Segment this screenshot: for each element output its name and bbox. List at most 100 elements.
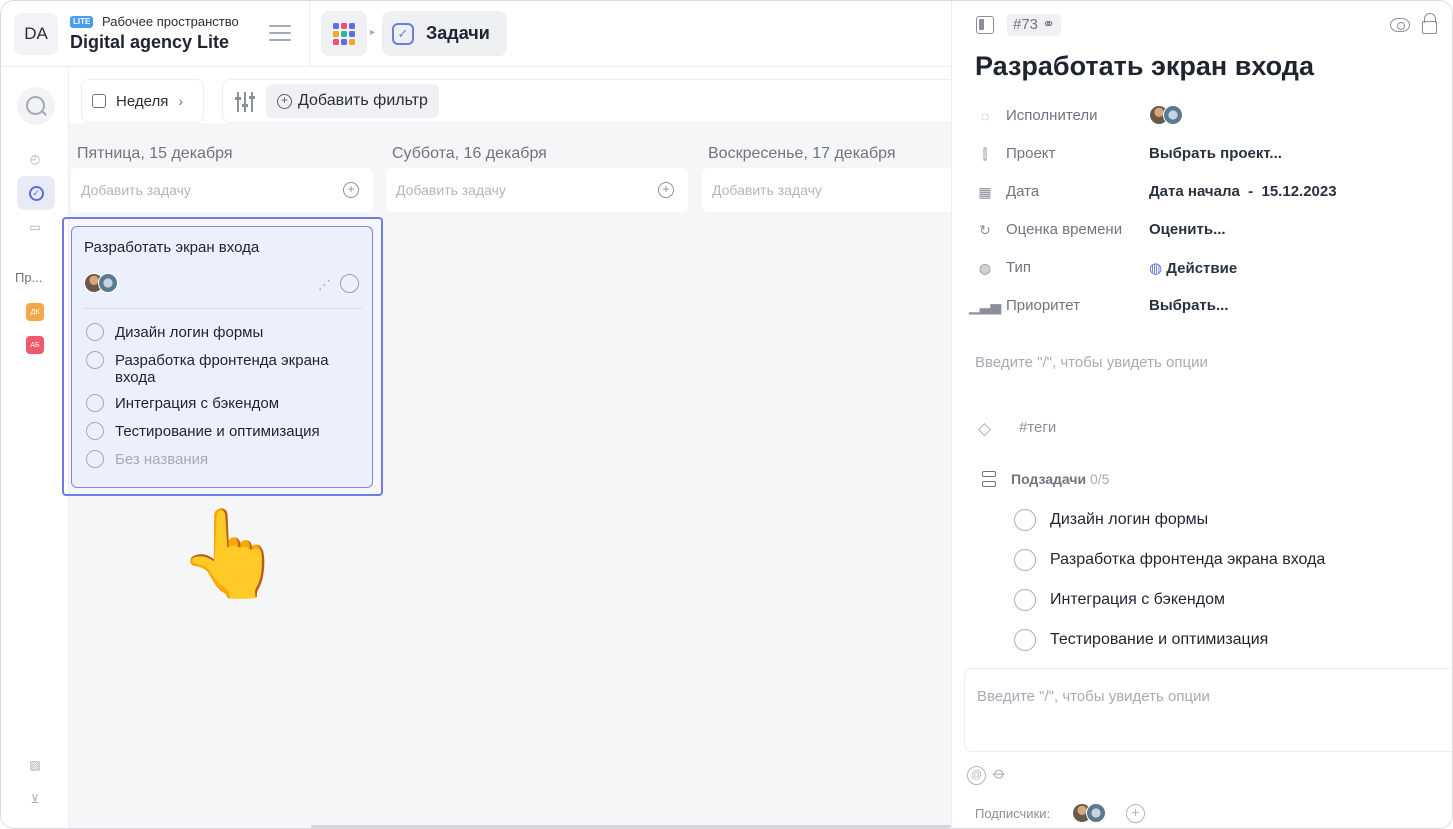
subtask-checkbox[interactable]	[86, 351, 104, 369]
apps-grid-cell	[349, 30, 355, 37]
sliders-icon[interactable]	[235, 92, 255, 112]
property-label: Оценка времени	[1006, 221, 1123, 238]
task-id-badge[interactable]: #73 ⚭	[1007, 14, 1061, 36]
add-filter-button[interactable]: + Добавить фильтр	[266, 84, 439, 118]
avatar	[1086, 803, 1106, 823]
workspace-label: Рабочее пространство	[102, 14, 239, 29]
property-label: Проект	[1006, 145, 1056, 162]
add-task-input[interactable]: Добавить задачу +	[71, 168, 373, 212]
apps-grid-cell	[333, 38, 339, 45]
subscribers-avatars[interactable]	[1072, 803, 1106, 823]
column-title: Суббота, 16 декабря	[392, 145, 547, 162]
lock-icon[interactable]	[1422, 13, 1437, 34]
panel-subtask[interactable]: Интеграция с бэкендом	[1014, 589, 1225, 611]
card-subtask[interactable]: Без названия	[86, 450, 356, 468]
workspace-name[interactable]: Digital agency Lite	[70, 32, 229, 53]
task-detail-panel: #73 ⚭ Разработать экран входа ◌ Исполнит…	[951, 1, 1452, 828]
link-icon: ⚭	[1042, 16, 1055, 33]
add-subscriber-button[interactable]: +	[1126, 804, 1145, 823]
card-subtask[interactable]: Дизайн логин формы	[86, 323, 356, 341]
panel-subtask[interactable]: Разработка фронтенда экрана входа	[1014, 549, 1325, 571]
avatar	[98, 273, 118, 293]
workspace-avatar[interactable]: DA	[14, 13, 58, 55]
eye-icon[interactable]	[1390, 18, 1410, 32]
subtask-checkbox[interactable]	[1014, 549, 1036, 571]
add-task-input[interactable]: Добавить задачу	[702, 168, 951, 212]
description-input[interactable]: Введите "/", чтобы увидеть опции	[975, 354, 1208, 371]
subtask-checkbox[interactable]	[86, 394, 104, 412]
tab-tasks[interactable]: ✓ Задачи	[382, 11, 507, 56]
priority-select[interactable]: Выбрать...	[1149, 297, 1228, 314]
card-subtask[interactable]: Тестирование и оптимизация	[86, 422, 356, 440]
apps-grid-cell	[341, 22, 347, 29]
apps-grid-cell	[349, 22, 355, 29]
type-value: Действие	[1166, 260, 1238, 277]
card-complete-toggle[interactable]	[340, 274, 359, 293]
subtask-checkbox[interactable]	[86, 422, 104, 440]
subtask-checkbox[interactable]	[1014, 509, 1036, 531]
apps-grid-cell	[349, 38, 355, 45]
header-divider	[309, 1, 310, 67]
tab-tasks-label: Задачи	[426, 23, 490, 43]
calendar-view-icon	[92, 94, 106, 108]
apps-grid-cell	[341, 38, 347, 45]
project-select[interactable]: Выбрать проект...	[1149, 145, 1282, 162]
comment-placeholder: Введите "/", чтобы увидеть опции	[977, 688, 1210, 705]
task-title[interactable]: Разработать экран входа	[975, 51, 1314, 82]
property-label: Дата	[1006, 183, 1040, 200]
sidebar-toggle-icon[interactable]	[976, 16, 994, 34]
sidebar-project-badge[interactable]: ДК	[26, 303, 44, 321]
panel-subtask-label: Тестирование и оптимизация	[1050, 631, 1269, 648]
type-select[interactable]: ◍ Действие	[1149, 259, 1237, 277]
search-icon[interactable]	[17, 87, 55, 125]
week-view-label: Неделя	[116, 92, 169, 110]
sidebar-project-badge[interactable]: АБ	[26, 336, 44, 354]
apps-grid-cell	[333, 22, 339, 29]
avatar	[1163, 105, 1183, 125]
timer-icon: ↻	[979, 221, 991, 238]
mention-icon[interactable]: @	[967, 766, 986, 785]
apps-grid-icon	[333, 22, 355, 45]
subtask-checkbox[interactable]	[86, 323, 104, 341]
assignees-icon: ◌	[980, 108, 990, 124]
apps-button[interactable]	[321, 11, 367, 56]
menu-icon[interactable]	[269, 25, 291, 43]
activity-icon[interactable]: ◴	[26, 150, 44, 168]
subtask-checkbox[interactable]	[1014, 589, 1036, 611]
pointing-hand-icon: 👆	[177, 506, 285, 602]
add-task-input[interactable]: Добавить задачу +	[386, 168, 688, 212]
subtasks-title: Подзадачи	[1011, 471, 1087, 487]
subtasks-count: 0/5	[1090, 471, 1110, 487]
subtask-checkbox[interactable]	[86, 450, 104, 468]
date-value[interactable]: Дата начала - 15.12.2023	[1149, 183, 1337, 200]
subscribers-label: Подписчики:	[975, 806, 1051, 821]
subtask-checkbox[interactable]	[1014, 629, 1036, 651]
sidebar-item-tasks[interactable]: ✓	[17, 176, 55, 210]
week-view-button[interactable]: Неделя ›	[81, 79, 204, 123]
estimate-select[interactable]: Оценить...	[1149, 221, 1226, 238]
comment-input[interactable]: Введите "/", чтобы увидеть опции	[964, 668, 1452, 752]
panel-subtask[interactable]: Дизайн логин формы	[1014, 509, 1208, 531]
plus-circle-icon: +	[277, 93, 292, 109]
inbox-icon[interactable]: ⊻	[26, 790, 44, 808]
top-header: DA LITE Рабочее пространство Digital age…	[1, 1, 951, 67]
tags-input[interactable]: #теги	[1019, 419, 1056, 436]
add-task-placeholder: Добавить задачу	[81, 182, 191, 198]
card-assignees[interactable]	[84, 273, 118, 293]
card-divider	[84, 308, 362, 309]
subtasks-header[interactable]: Подзадачи 0/5	[1011, 471, 1109, 487]
folder-icon[interactable]: ▭	[26, 218, 44, 236]
assignees-avatars[interactable]	[1149, 105, 1183, 125]
task-card[interactable]: Разработать экран входа ⋰ Дизайн логин ф…	[71, 226, 373, 488]
apps-grid-cell	[341, 30, 347, 37]
attachment-icon[interactable]: ⌀	[988, 762, 1011, 785]
panel-subtask[interactable]: Тестирование и оптимизация	[1014, 629, 1268, 651]
add-task-plus-icon[interactable]: +	[658, 182, 674, 198]
add-task-plus-icon[interactable]: +	[343, 182, 359, 198]
share-icon[interactable]: ⋰	[318, 277, 331, 293]
horizontal-scrollbar[interactable]	[311, 825, 951, 828]
sidebar: ◴ ✓ ▭ Пр... ДК АБ ▨ ⊻	[1, 67, 69, 828]
card-subtask[interactable]: Разработка фронтенда экрана входа	[86, 351, 356, 386]
notes-icon[interactable]: ▨	[26, 756, 44, 774]
card-subtask[interactable]: Интеграция с бэкендом	[86, 394, 356, 412]
